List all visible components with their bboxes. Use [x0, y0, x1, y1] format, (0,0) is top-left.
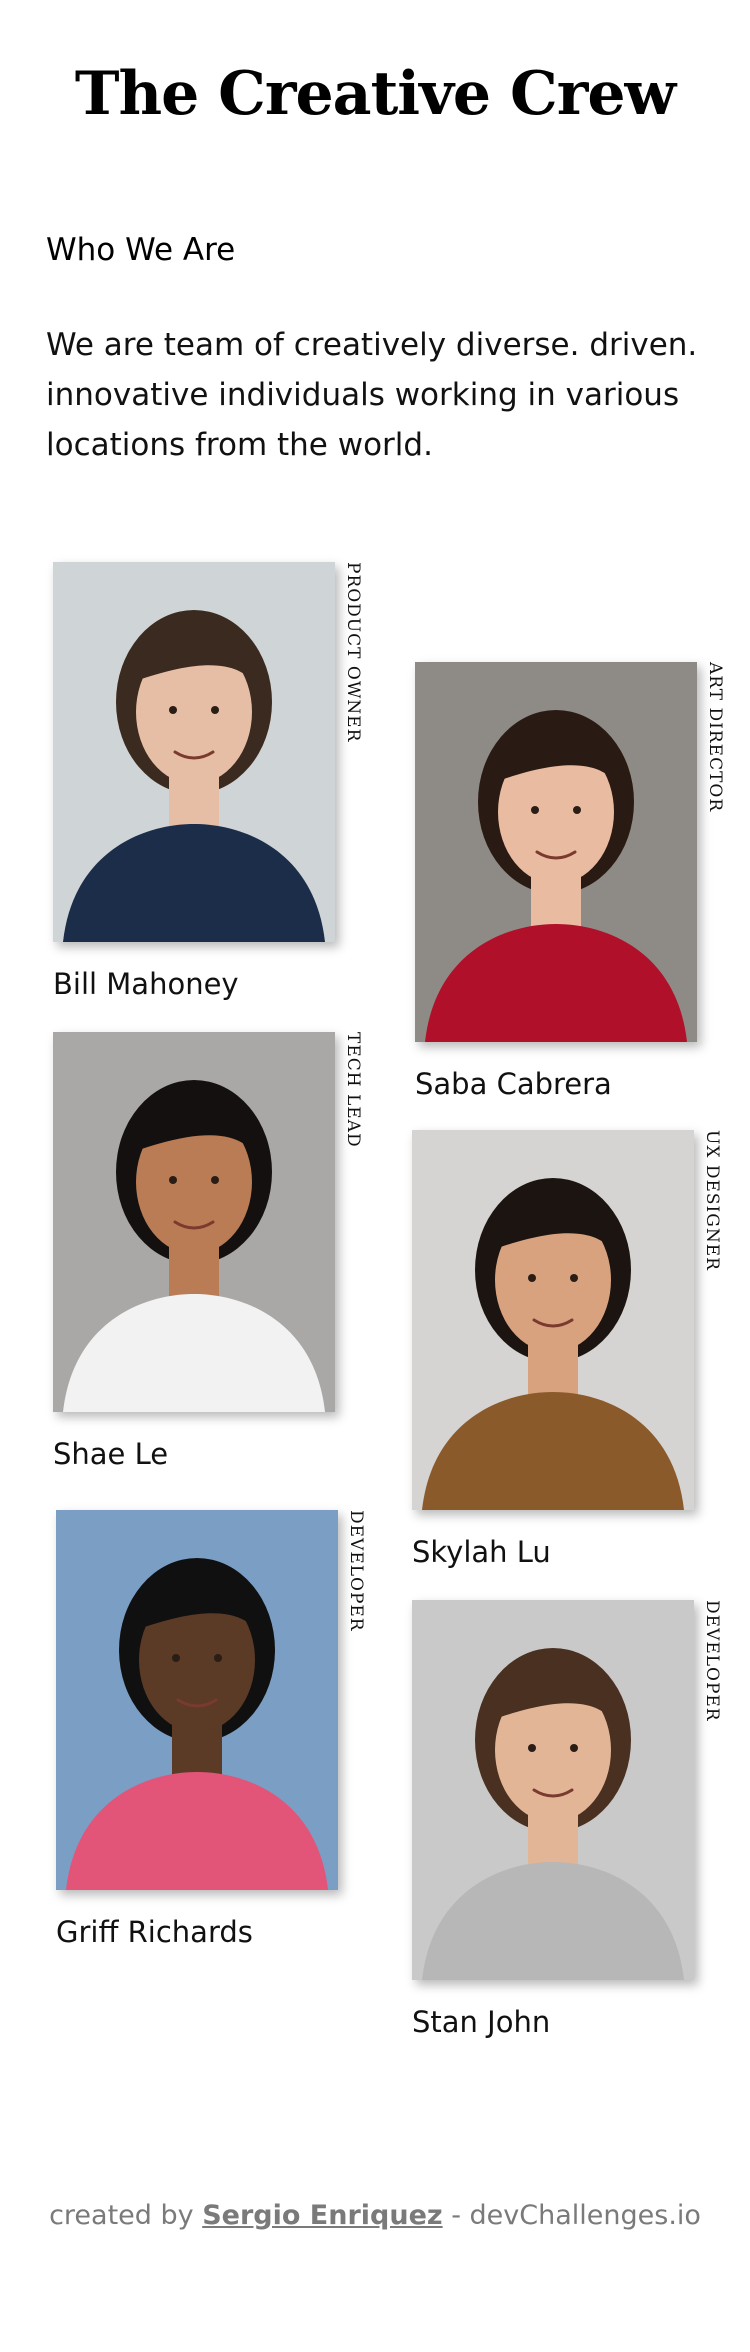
member-role: UX DESIGNER — [702, 1130, 722, 1271]
member-photo — [415, 662, 697, 1042]
member-name: Stan John — [412, 2005, 551, 2039]
member-photo — [56, 1510, 338, 1890]
author-link[interactable]: Sergio Enriquez — [202, 2200, 442, 2231]
intro-text: We are team of creatively diverse. drive… — [46, 327, 698, 463]
page-title: The Creative Crew — [74, 59, 676, 129]
member-photo — [53, 562, 335, 942]
footer-suffix: - devChallenges.io — [442, 2200, 701, 2231]
member-photo — [412, 1130, 694, 1510]
member-photo — [53, 1032, 335, 1412]
member-role: DEVELOPER — [702, 1600, 722, 1722]
member-role: ART DIRECTOR — [705, 662, 725, 813]
member-name: Saba Cabrera — [415, 1067, 612, 1101]
member-role: DEVELOPER — [346, 1510, 366, 1632]
footer-prefix: created by — [49, 2200, 203, 2231]
member-role: PRODUCT OWNER — [343, 562, 363, 743]
section-heading: Who We Are — [46, 232, 236, 268]
member-name: Griff Richards — [56, 1915, 253, 1949]
member-photo — [412, 1600, 694, 1980]
member-name: Bill Mahoney — [53, 967, 239, 1001]
member-name: Skylah Lu — [412, 1535, 551, 1569]
footer: created by Sergio Enriquez - devChalleng… — [0, 2200, 750, 2231]
member-role: TECH LEAD — [343, 1032, 363, 1148]
member-name: Shae Le — [53, 1437, 169, 1471]
